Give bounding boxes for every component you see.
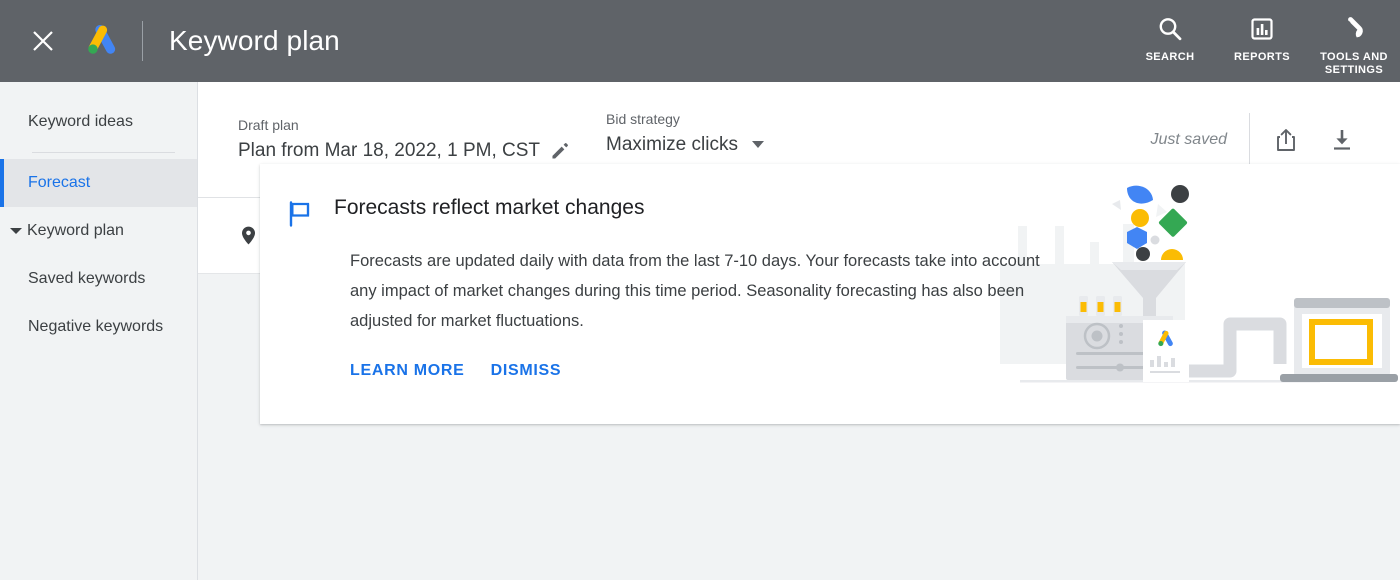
draft-plan-value: Plan from Mar 18, 2022, 1 PM, CST [238, 140, 541, 161]
save-status: Just saved [1150, 130, 1227, 148]
google-ads-logo[interactable] [84, 24, 118, 58]
tools-and-settings-button-label: TOOLS AND SETTINGS [1320, 51, 1388, 76]
search-button[interactable]: SEARCH [1124, 8, 1216, 64]
page-title: Keyword plan [169, 25, 340, 56]
sidebar-divider [32, 152, 175, 153]
tools-and-settings-button[interactable]: TOOLS AND SETTINGS [1308, 8, 1400, 77]
bid-strategy-value: Maximize clicks [606, 133, 738, 155]
sidebar-item-keyword-plan[interactable]: Keyword plan [0, 207, 197, 255]
sidebar-item-keyword-ideas[interactable]: Keyword ideas [0, 98, 197, 146]
notification-card-actions: LEARN MORE DISMISS [350, 362, 1400, 380]
dismiss-button[interactable]: DISMISS [491, 362, 562, 380]
keyword-plan-app: Keyword plan SEARCH REPORTS TOOLS AND SE… [0, 0, 1400, 580]
top-app-bar: Keyword plan SEARCH REPORTS TOOLS AND SE… [0, 0, 1400, 82]
tools-wrench-icon [1340, 14, 1368, 44]
sidebar-item-label: Saved keywords [28, 270, 146, 287]
topbar-actions: SEARCH REPORTS TOOLS AND SETTINGS [1124, 0, 1400, 82]
reports-button[interactable]: REPORTS [1216, 8, 1308, 64]
sidebar-item-negative-keywords[interactable]: Negative keywords [0, 303, 197, 351]
main-content: Draft plan Plan from Mar 18, 2022, 1 PM,… [198, 82, 1400, 580]
sidebar-item-label: Forecast [28, 174, 91, 191]
sidebar-item-label: Keyword ideas [28, 113, 133, 130]
google-ads-logo-icon [88, 25, 116, 54]
draft-plan-field: Draft plan Plan from Mar 18, 2022, 1 PM,… [238, 117, 606, 162]
close-button[interactable] [20, 18, 66, 64]
reports-button-label: REPORTS [1234, 51, 1290, 63]
caret-down-icon [10, 228, 22, 234]
download-button[interactable] [1314, 112, 1370, 168]
sidebar: Keyword ideas Forecast Keyword plan Save… [0, 82, 198, 580]
search-button-label: SEARCH [1145, 51, 1195, 63]
notification-card-content: Forecasts reflect market changes Forecas… [260, 164, 1400, 380]
notification-card-body: Forecasts are updated daily with data fr… [350, 252, 1040, 330]
bid-strategy-label: Bid strategy [606, 110, 680, 127]
share-icon [1277, 128, 1295, 151]
sidebar-item-label: Keyword plan [27, 222, 124, 239]
close-icon [33, 31, 53, 51]
caret-down-icon [751, 141, 764, 148]
sidebar-item-saved-keywords[interactable]: Saved keywords [0, 255, 197, 303]
sidebar-item-forecast[interactable]: Forecast [0, 159, 197, 207]
notification-card-title: Forecasts reflect market changes [334, 196, 645, 219]
bid-strategy-field[interactable]: Bid strategy Maximize clicks [606, 111, 792, 169]
download-icon [1334, 129, 1350, 150]
topbar-divider [142, 21, 143, 61]
learn-more-button[interactable]: LEARN MORE [350, 362, 465, 380]
location-pin-icon [238, 226, 258, 246]
pencil-icon[interactable] [550, 142, 569, 161]
search-icon [1156, 14, 1184, 44]
flag-icon [288, 201, 312, 232]
reports-bar-chart-icon [1248, 14, 1276, 44]
share-button[interactable] [1258, 112, 1314, 168]
draft-plan-label: Draft plan [238, 117, 299, 133]
actions-divider [1249, 112, 1250, 167]
sidebar-item-label: Negative keywords [28, 318, 164, 335]
notification-card: Forecasts reflect market changes Forecas… [260, 164, 1400, 424]
